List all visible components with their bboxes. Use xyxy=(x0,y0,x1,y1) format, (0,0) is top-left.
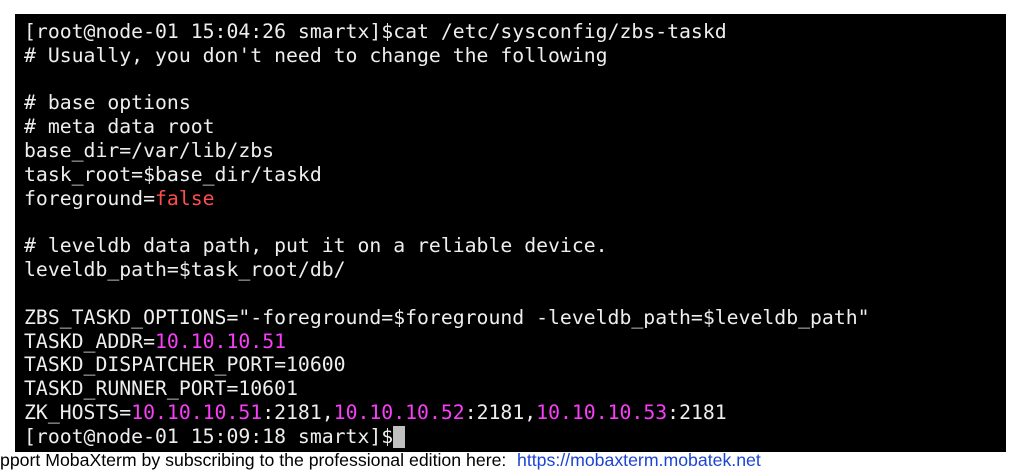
config-entry-line: TASKD_ADDR= 10.10.10.51 xyxy=(24,330,1006,354)
config-comment: # Usually, you don't need to change the … xyxy=(24,43,608,67)
config-entry-line: ZBS_TASKD_OPTIONS="-foreground=$foregrou… xyxy=(24,306,1006,330)
config-entry-line: base_dir=/var/lib/zbs xyxy=(24,139,1006,163)
config-entry: ZBS_TASKD_OPTIONS="-foreground=$foregrou… xyxy=(24,305,870,329)
ip-address: 10.10.10.51 xyxy=(131,401,263,424)
shell-prompt: [root@node-01 15:04:26 smartx]$ xyxy=(24,20,394,43)
port-suffix: :2181 xyxy=(667,401,727,424)
status-message: pport MobaXterm by subscribing to the pr… xyxy=(0,452,507,470)
config-comment: # meta data root xyxy=(24,115,215,139)
config-comment-line: # meta data root xyxy=(24,115,1006,139)
config-key: foreground= xyxy=(24,186,156,210)
config-entry: task_root=$base_dir/taskd xyxy=(24,162,322,186)
port-suffix: :2181, xyxy=(262,401,334,424)
config-entry: base_dir=/var/lib/zbs xyxy=(24,139,275,163)
mobaxterm-window: [root@node-01 15:04:26 smartx]$ cat /etc… xyxy=(0,0,1012,470)
config-entry-line: TASKD_DISPATCHER_PORT=10600 xyxy=(24,353,1006,377)
config-entry-line: TASKD_RUNNER_PORT=10601 xyxy=(24,377,1006,401)
config-entry-line: ZK_HOSTS= 10.10.10.51 :2181, 10.10.10.52… xyxy=(24,401,1006,425)
status-bar: pport MobaXterm by subscribing to the pr… xyxy=(0,452,1012,470)
ip-address: 10.10.10.51 xyxy=(155,329,287,353)
current-command-line[interactable]: [root@node-01 15:09:18 smartx]$ xyxy=(24,425,1006,449)
config-comment-line: # leveldb data path, put it on a reliabl… xyxy=(24,234,1006,258)
ip-address: 10.10.10.52 xyxy=(333,401,465,424)
config-comment: # leveldb data path, put it on a reliabl… xyxy=(24,234,608,258)
command-text: cat /etc/sysconfig/zbs-taskd xyxy=(393,20,727,43)
shell-prompt: [root@node-01 15:09:18 smartx]$ xyxy=(24,424,394,448)
text-cursor xyxy=(393,425,406,448)
config-value-false: false xyxy=(155,186,215,210)
config-key: TASKD_ADDR= xyxy=(24,329,156,353)
config-entry: TASKD_RUNNER_PORT=10601 xyxy=(24,377,298,401)
mobaxterm-website-link[interactable]: https://mobaxterm.mobatek.net xyxy=(517,452,761,469)
terminal-pane[interactable]: [root@node-01 15:04:26 smartx]$ cat /etc… xyxy=(15,14,1006,452)
config-comment-line: # base options xyxy=(24,91,1006,115)
command-line: [root@node-01 15:04:26 smartx]$ cat /etc… xyxy=(24,20,1006,44)
config-key: ZK_HOSTS= xyxy=(24,401,132,424)
config-entry-line: task_root=$base_dir/taskd xyxy=(24,163,1006,187)
config-entry-line: leveldb_path=$task_root/db/ xyxy=(24,258,1006,282)
port-suffix: :2181, xyxy=(464,401,537,424)
config-comment-line: # Usually, you don't need to change the … xyxy=(24,44,1006,68)
config-entry: leveldb_path=$task_root/db/ xyxy=(24,258,346,282)
config-comment: # base options xyxy=(24,91,191,115)
config-entry-line: foreground= false xyxy=(24,187,1006,211)
config-entry: TASKD_DISPATCHER_PORT=10600 xyxy=(24,353,346,377)
ip-address: 10.10.10.53 xyxy=(536,401,668,424)
